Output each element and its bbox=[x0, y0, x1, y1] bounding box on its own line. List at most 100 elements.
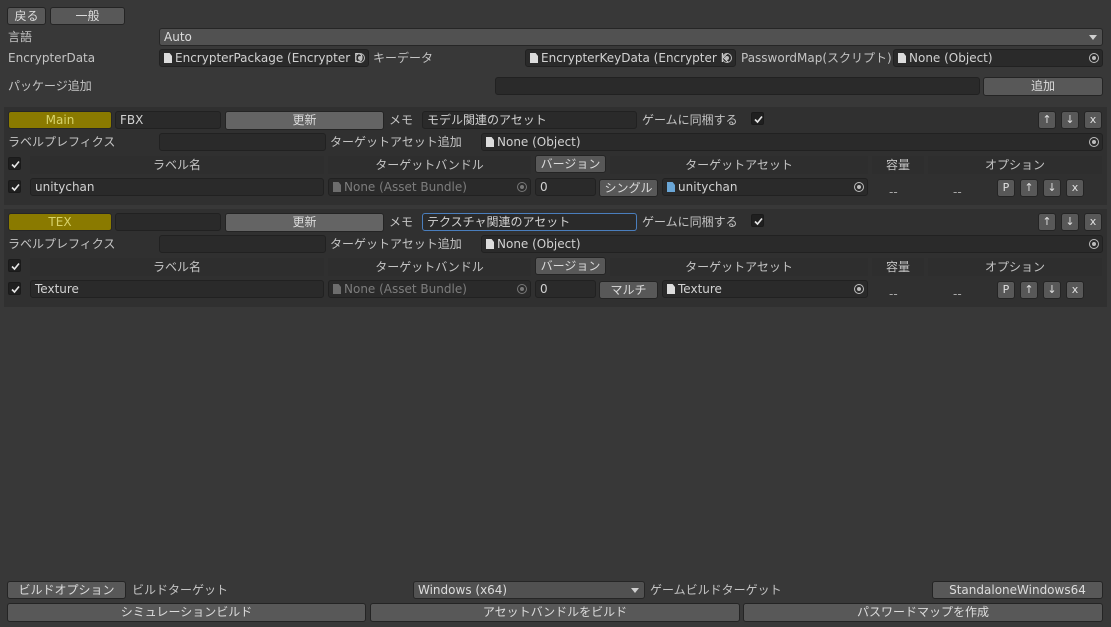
key-data-value: EncrypterKeyData (Encrypter K bbox=[541, 51, 729, 65]
mode-button[interactable]: マルチ bbox=[599, 281, 658, 299]
simulation-build-button[interactable]: シミュレーションビルド bbox=[7, 603, 366, 622]
package-add-input[interactable] bbox=[495, 77, 980, 95]
label-prefix-label: ラベルプレフィクス bbox=[8, 135, 116, 149]
label-name-input[interactable]: Texture bbox=[30, 280, 324, 298]
sync-game-checkbox[interactable] bbox=[751, 112, 764, 125]
p-button[interactable]: P bbox=[997, 179, 1015, 197]
update-button[interactable]: 更新 bbox=[225, 213, 384, 232]
label-prefix-input[interactable] bbox=[159, 133, 326, 151]
row-up-button[interactable]: ↑ bbox=[1020, 281, 1038, 299]
sync-game-checkbox[interactable] bbox=[751, 214, 764, 227]
move-down-button[interactable]: ↓ bbox=[1061, 111, 1079, 129]
p-button[interactable]: P bbox=[997, 281, 1015, 299]
group-name-input[interactable]: FBX bbox=[115, 111, 221, 129]
check-icon bbox=[754, 115, 763, 124]
password-map-value: None (Object) bbox=[909, 51, 993, 65]
language-label: 言語 bbox=[8, 30, 33, 44]
object-picker-icon[interactable] bbox=[355, 53, 365, 63]
check-icon bbox=[11, 183, 20, 192]
target-asset-value: Texture bbox=[678, 282, 722, 296]
object-picker-icon[interactable] bbox=[722, 53, 732, 63]
group-name-input[interactable] bbox=[115, 213, 221, 231]
password-map-label: PasswordMap(スクリプト) bbox=[741, 51, 892, 65]
group-tag-tex[interactable]: TEX bbox=[8, 213, 112, 231]
object-picker-icon[interactable] bbox=[1089, 137, 1099, 147]
check-icon bbox=[11, 285, 20, 294]
target-bundle-value: None (Asset Bundle) bbox=[344, 180, 467, 194]
target-asset-field[interactable]: Texture bbox=[662, 280, 868, 298]
game-build-target-label: ゲームビルドターゲット bbox=[650, 583, 782, 597]
language-value: Auto bbox=[164, 30, 192, 44]
move-up-button[interactable]: ↑ bbox=[1038, 213, 1056, 231]
key-data-field[interactable]: EncrypterKeyData (Encrypter K bbox=[525, 49, 736, 67]
row-remove-button[interactable]: x bbox=[1066, 179, 1084, 197]
select-all-checkbox[interactable] bbox=[8, 259, 21, 272]
asset-bundle-icon bbox=[333, 284, 341, 294]
encrypter-package-field[interactable]: EncrypterPackage (Encrypter D bbox=[159, 49, 369, 67]
version-input[interactable]: 0 bbox=[535, 280, 596, 298]
label-prefix-input[interactable] bbox=[159, 235, 326, 253]
chevron-down-icon bbox=[631, 588, 639, 593]
general-button[interactable]: 一般 bbox=[50, 7, 125, 25]
object-picker-icon[interactable] bbox=[854, 284, 864, 294]
file-icon bbox=[898, 53, 906, 63]
target-asset-add-label: ターゲットアセット追加 bbox=[330, 237, 462, 251]
column-capacity: 容量 bbox=[872, 156, 924, 174]
chevron-down-icon bbox=[1089, 35, 1097, 40]
version-column-button[interactable]: バージョン bbox=[535, 155, 606, 173]
game-build-target-button[interactable]: StandaloneWindows64 bbox=[932, 581, 1103, 599]
version-input[interactable]: 0 bbox=[535, 178, 596, 196]
object-picker-icon[interactable] bbox=[1089, 239, 1099, 249]
version-column-button[interactable]: バージョン bbox=[535, 257, 606, 275]
target-asset-add-field[interactable]: None (Object) bbox=[481, 133, 1103, 151]
row-down-button[interactable]: ↓ bbox=[1043, 281, 1061, 299]
build-options-button[interactable]: ビルドオプション bbox=[7, 581, 126, 599]
password-map-field[interactable]: None (Object) bbox=[893, 49, 1103, 67]
memo-input[interactable]: テクスチャ関連のアセット bbox=[422, 213, 637, 231]
folder-icon bbox=[667, 284, 675, 294]
column-options: オプション bbox=[928, 156, 1102, 174]
memo-label: メモ bbox=[389, 113, 414, 127]
column-label-name: ラベル名 bbox=[30, 156, 324, 174]
target-asset-add-value: None (Object) bbox=[497, 135, 581, 149]
target-bundle-field[interactable]: None (Asset Bundle) bbox=[328, 280, 531, 298]
target-asset-add-field[interactable]: None (Object) bbox=[481, 235, 1103, 253]
row-remove-button[interactable]: x bbox=[1066, 281, 1084, 299]
column-capacity: 容量 bbox=[872, 258, 924, 276]
object-picker-icon[interactable] bbox=[517, 182, 527, 192]
build-target-value: Windows (x64) bbox=[418, 583, 508, 597]
target-asset-field[interactable]: unitychan bbox=[662, 178, 868, 196]
create-password-map-button[interactable]: パスワードマップを作成 bbox=[743, 603, 1103, 622]
script-object-icon bbox=[164, 53, 172, 63]
object-picker-icon[interactable] bbox=[854, 182, 864, 192]
label-name-input[interactable]: unitychan bbox=[30, 178, 324, 196]
remove-group-button[interactable]: x bbox=[1084, 213, 1102, 231]
object-picker-icon[interactable] bbox=[1089, 53, 1099, 63]
build-target-dropdown[interactable]: Windows (x64) bbox=[413, 581, 645, 599]
move-down-button[interactable]: ↓ bbox=[1061, 213, 1079, 231]
row-up-button[interactable]: ↑ bbox=[1020, 179, 1038, 197]
update-button[interactable]: 更新 bbox=[225, 111, 384, 130]
target-bundle-value: None (Asset Bundle) bbox=[344, 282, 467, 296]
select-all-checkbox[interactable] bbox=[8, 157, 21, 170]
package-add-button[interactable]: 追加 bbox=[983, 77, 1103, 96]
target-asset-add-value: None (Object) bbox=[497, 237, 581, 251]
size-value: -- bbox=[953, 185, 962, 199]
size-value: -- bbox=[953, 287, 962, 301]
target-bundle-field[interactable]: None (Asset Bundle) bbox=[328, 178, 531, 196]
mode-button[interactable]: シングル bbox=[599, 179, 658, 197]
group-tag-main[interactable]: Main bbox=[8, 111, 112, 129]
object-picker-icon[interactable] bbox=[517, 284, 527, 294]
language-dropdown[interactable]: Auto bbox=[159, 28, 1103, 46]
back-button[interactable]: 戻る bbox=[7, 7, 46, 25]
memo-input[interactable]: モデル関連のアセット bbox=[422, 111, 637, 129]
row-checkbox[interactable] bbox=[8, 180, 21, 193]
sync-game-label: ゲームに同梱する bbox=[642, 113, 738, 127]
row-checkbox[interactable] bbox=[8, 282, 21, 295]
build-target-label: ビルドターゲット bbox=[132, 583, 229, 597]
column-label-name: ラベル名 bbox=[30, 258, 324, 276]
remove-group-button[interactable]: x bbox=[1084, 111, 1102, 129]
asset-bundle-build-button[interactable]: アセットバンドルをビルド bbox=[370, 603, 740, 622]
row-down-button[interactable]: ↓ bbox=[1043, 179, 1061, 197]
move-up-button[interactable]: ↑ bbox=[1038, 111, 1056, 129]
